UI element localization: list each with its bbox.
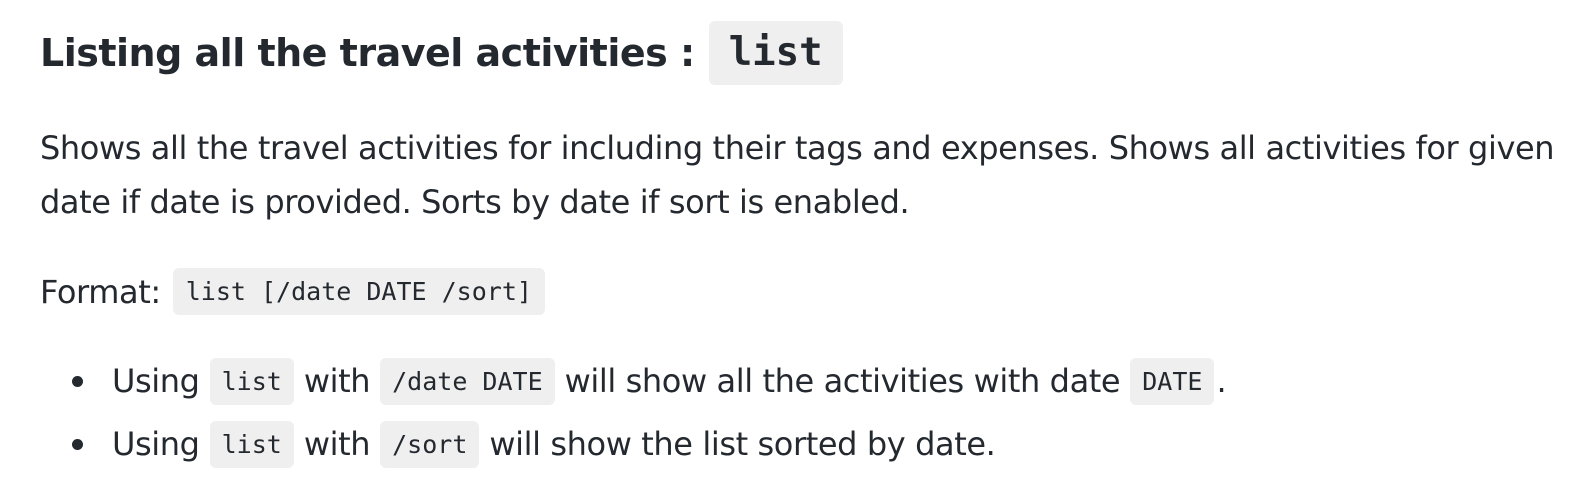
list-item: Using list with /date DATE will show all… <box>40 355 1227 407</box>
bullet-text: will show all the activities with date <box>564 362 1121 400</box>
inline-code-date: DATE <box>1130 357 1215 405</box>
bullet-punctuation: . <box>1216 362 1227 400</box>
inline-code-sort-option: /sort <box>380 420 480 468</box>
heading-text: Listing all the travel activities : <box>40 30 695 75</box>
bullet-text: with <box>303 362 371 400</box>
usage-list: Using list with /date DATE will show all… <box>40 355 1227 481</box>
description-paragraph: Shows all the travel activities for incl… <box>40 129 1555 221</box>
bullet-text: will show the list sorted by date. <box>489 425 996 463</box>
format-code: list [/date DATE /sort] <box>172 268 545 315</box>
format-label: Format: <box>40 272 161 311</box>
section-heading: Listing all the travel activities : list <box>40 17 843 88</box>
bullet-text: Using <box>112 425 200 463</box>
bullet-text: Using <box>112 362 200 400</box>
format-line: Format: list [/date DATE /sort] <box>40 266 545 317</box>
inline-code-date-option: /date DATE <box>380 357 555 405</box>
inline-code-list: list <box>209 357 294 405</box>
document-body: Listing all the travel activities : list… <box>40 0 1584 480</box>
bullet-icon <box>72 376 83 387</box>
inline-code-list: list <box>209 420 294 468</box>
bullet-icon <box>72 439 83 450</box>
list-item: Using list with /sort will show the list… <box>40 418 1226 470</box>
bullet-text: with <box>303 425 371 463</box>
heading-command-code: list <box>708 20 843 85</box>
